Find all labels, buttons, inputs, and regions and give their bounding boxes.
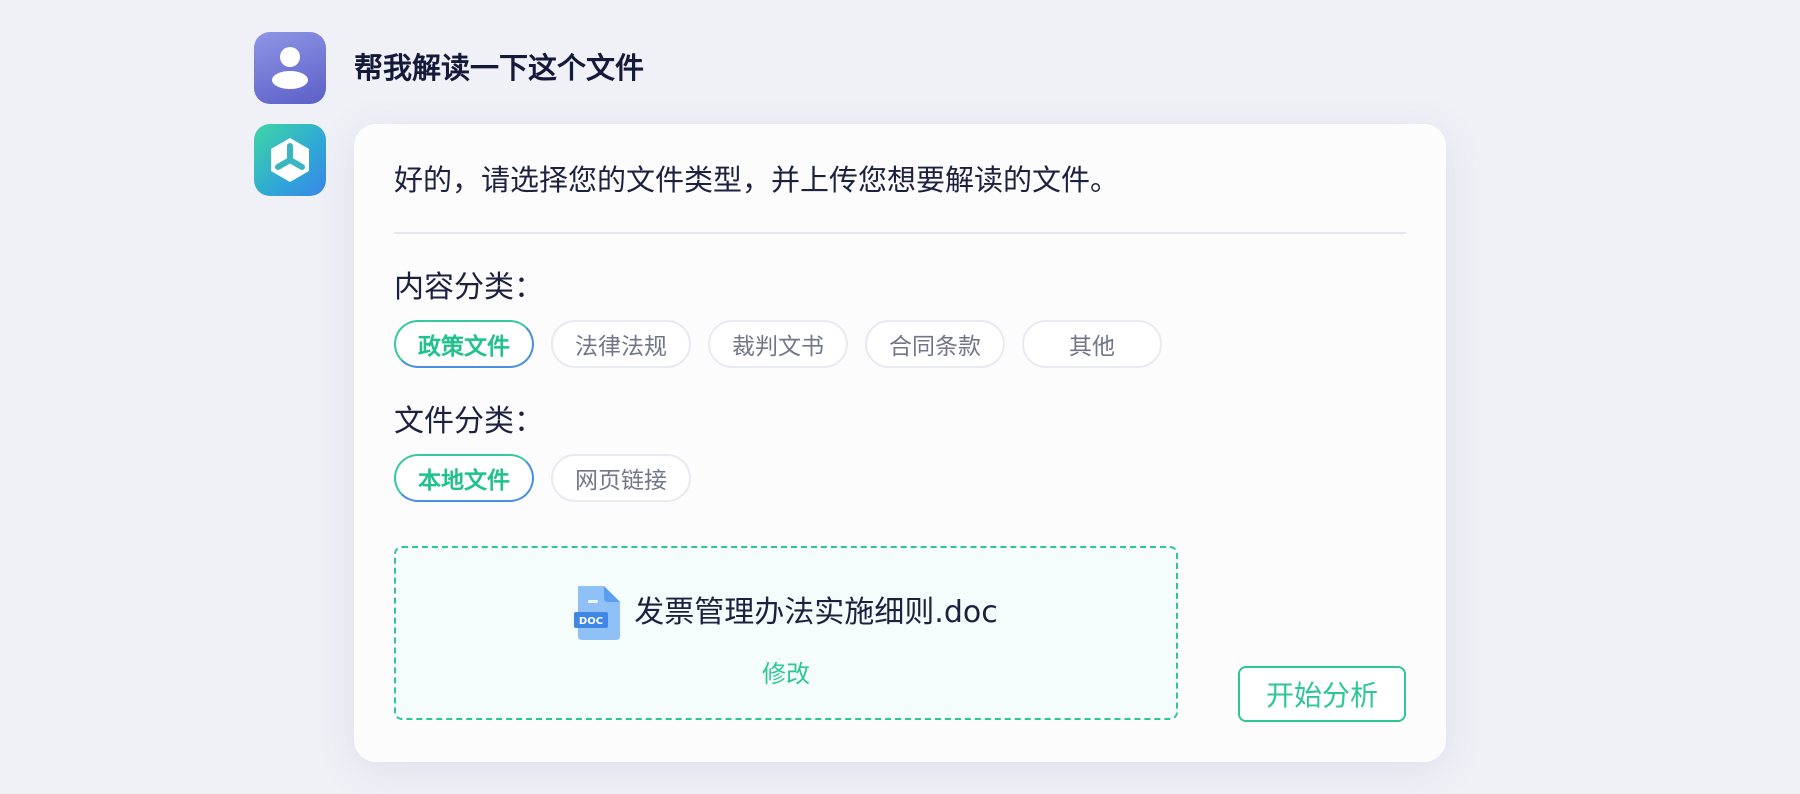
bot-response-card: 好的，请选择您的文件类型，并上传您想要解读的文件。 内容分类： 政策文件 法律法… [354,124,1446,762]
bot-logo-icon [271,138,309,182]
start-analysis-button[interactable]: 开始分析 [1238,666,1406,722]
bot-message: 好的，请选择您的文件类型，并上传您想要解读的文件。 [394,163,1120,197]
content-category-options: 政策文件 法律法规 裁判文书 合同条款 其他 [394,320,1162,368]
chip-laws-regulations[interactable]: 法律法规 [551,320,691,368]
modify-link[interactable]: 修改 [396,654,1176,689]
user-message: 帮我解读一下这个文件 [354,51,645,85]
divider [394,232,1406,234]
chip-local-file[interactable]: 本地文件 [394,454,534,502]
chip-other[interactable]: 其他 [1022,320,1162,368]
chip-contract-terms[interactable]: 合同条款 [865,320,1005,368]
user-avatar-icon [272,47,308,89]
file-category-label: 文件分类： [394,404,544,439]
file-name: 发票管理办法实施细则.doc [634,595,998,630]
bot-avatar [254,124,326,196]
chip-judgment-documents[interactable]: 裁判文书 [708,320,848,368]
svg-text:DOC: DOC [579,616,603,627]
uploaded-file: DOC 发票管理办法实施细则.doc [396,586,1176,640]
chip-policy-document[interactable]: 政策文件 [394,320,534,368]
file-upload-area[interactable]: DOC 发票管理办法实施细则.doc 修改 [394,546,1178,720]
file-category-options: 本地文件 网页链接 [394,454,691,502]
user-avatar [254,32,326,104]
chip-web-link[interactable]: 网页链接 [551,454,691,502]
doc-file-icon: DOC [574,586,621,640]
content-category-label: 内容分类： [394,270,544,305]
